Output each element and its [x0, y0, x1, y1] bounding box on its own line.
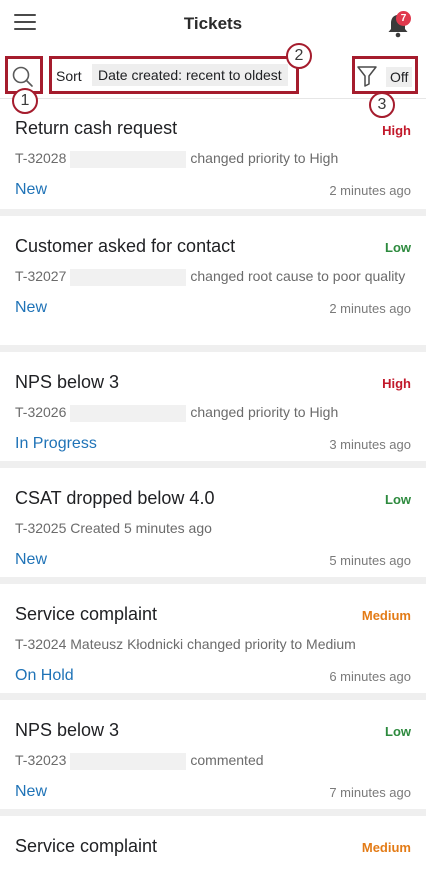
priority-badge: Medium	[361, 608, 411, 623]
ticket-title: CSAT dropped below 4.0	[15, 488, 215, 508]
ticket-status[interactable]: New	[15, 181, 47, 199]
redacted-name	[70, 404, 187, 422]
priority-badge: Low	[385, 492, 411, 507]
ticket-action: commented	[190, 752, 264, 768]
ticket-action: changed root cause to poor quality	[190, 268, 406, 284]
redacted-name	[70, 268, 187, 286]
priority-badge: Low	[385, 240, 411, 255]
ticket-card[interactable]: Return cash request High T-32028 changed …	[0, 99, 426, 216]
app-header: Tickets 7	[0, 0, 426, 50]
ticket-card[interactable]: CSAT dropped below 4.0 Low T-32025 Creat…	[0, 468, 426, 584]
annotation-number-2: 2	[286, 43, 312, 69]
ticket-status[interactable]: New	[15, 551, 47, 569]
ticket-action: Mateusz Kłodnicki changed priority to Me…	[70, 636, 356, 652]
ticket-title: Customer asked for contact	[15, 236, 236, 256]
ticket-activity: T-32027 changed root cause to poor qualit…	[15, 265, 411, 287]
ticket-card[interactable]: NPS below 3 High T-32026 changed priority…	[0, 352, 426, 468]
ticket-time: 2 minutes ago	[329, 183, 411, 198]
ticket-id: T-32023	[15, 752, 67, 768]
ticket-status[interactable]: New	[15, 783, 47, 801]
ticket-card[interactable]: Service complaint Medium	[0, 816, 426, 876]
annotation-box-3	[352, 56, 418, 94]
ticket-action: changed priority to High	[190, 404, 339, 420]
notifications-bell-icon[interactable]: 7	[386, 11, 411, 38]
ticket-title: Service complaint	[15, 604, 158, 624]
priority-badge: High	[382, 376, 411, 391]
notification-count-badge: 7	[396, 11, 411, 26]
ticket-card[interactable]: Customer asked for contact Low T-32027 ch…	[0, 216, 426, 352]
ticket-action: Created 5 minutes ago	[70, 520, 212, 536]
ticket-title: Return cash request	[15, 118, 178, 138]
redacted-name	[70, 752, 187, 770]
ticket-time: 5 minutes ago	[329, 553, 411, 568]
ticket-action: changed priority to High	[190, 150, 339, 166]
ticket-status[interactable]: On Hold	[15, 667, 74, 685]
ticket-id: T-32025	[15, 520, 67, 536]
ticket-list: Return cash request High T-32028 changed …	[0, 99, 426, 876]
redacted-name	[70, 150, 187, 168]
ticket-id: T-32024	[15, 636, 67, 652]
annotation-box-2	[49, 56, 299, 94]
ticket-title: Service complaint	[15, 836, 158, 856]
ticket-title: NPS below 3	[15, 372, 120, 392]
ticket-activity: T-32023 commented	[15, 749, 411, 771]
ticket-status[interactable]: In Progress	[15, 435, 97, 453]
priority-badge: Medium	[361, 840, 411, 855]
priority-badge: Low	[385, 724, 411, 739]
ticket-activity: T-32024 Mateusz Kłodnicki changed priori…	[15, 633, 411, 655]
ticket-time: 3 minutes ago	[329, 437, 411, 452]
priority-badge: High	[382, 123, 411, 138]
ticket-title: NPS below 3	[15, 720, 120, 740]
ticket-id: T-32028	[15, 150, 67, 166]
ticket-time: 7 minutes ago	[329, 785, 411, 800]
ticket-time: 2 minutes ago	[329, 301, 411, 316]
page-title: Tickets	[183, 14, 243, 33]
ticket-status[interactable]: New	[15, 299, 47, 317]
ticket-activity: T-32025 Created 5 minutes ago	[15, 517, 411, 539]
ticket-card[interactable]: NPS below 3 Low T-32023 commented New 7 mi…	[0, 700, 426, 816]
ticket-activity: T-32028 changed priority to High	[15, 147, 411, 169]
ticket-id: T-32026	[15, 404, 67, 420]
ticket-card[interactable]: Service complaint Medium T-32024 Mateusz…	[0, 584, 426, 700]
ticket-id: T-32027	[15, 268, 67, 284]
ticket-activity: T-32026 changed priority to High	[15, 401, 411, 423]
ticket-time: 6 minutes ago	[329, 669, 411, 684]
